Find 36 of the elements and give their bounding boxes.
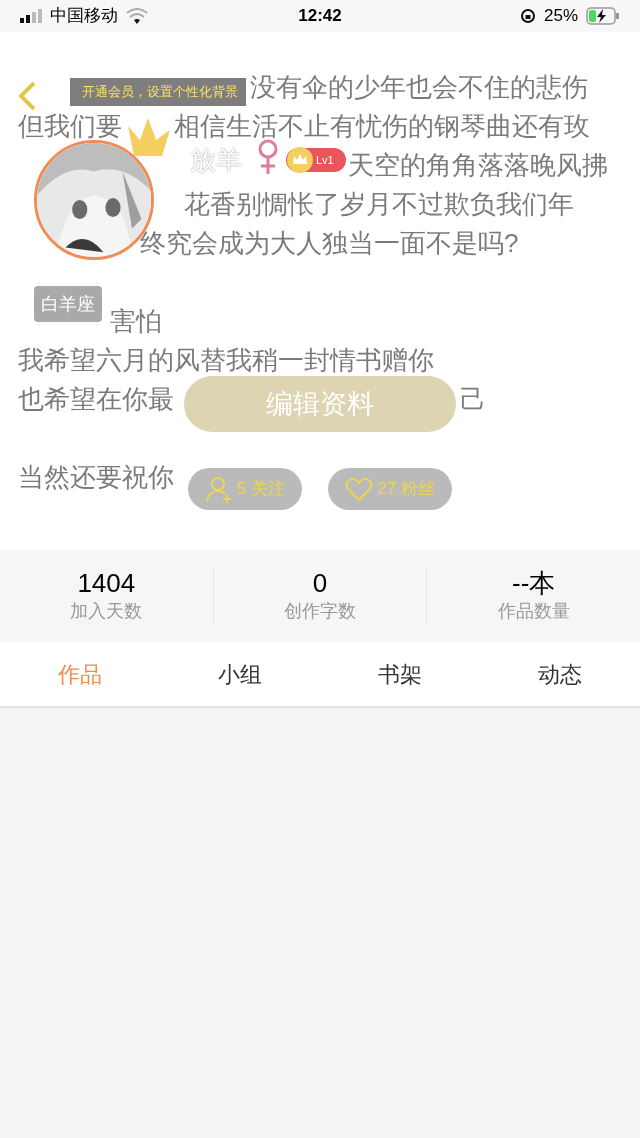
stat-label: 加入天数 — [70, 600, 143, 623]
profile-tab[interactable]: 作品 — [0, 657, 160, 691]
signal-icon — [20, 9, 42, 23]
rotation-lock-icon — [520, 8, 536, 24]
stat-value: 1404 — [77, 568, 136, 598]
signature-text: 也希望在你最 — [18, 383, 174, 416]
stat-label: 作品数量 — [497, 600, 570, 623]
female-icon — [256, 138, 280, 176]
signature-text: 相信生活不止有忧伤的钢琴曲还有玫 — [174, 110, 590, 143]
profile-tab[interactable]: 书架 — [320, 657, 480, 691]
zodiac-tag: 白羊座 — [34, 286, 102, 322]
stat-value: --本 — [512, 568, 556, 598]
back-icon — [16, 80, 38, 112]
signature-text: 己 — [460, 383, 486, 416]
battery-percent: 25% — [544, 5, 578, 28]
signature-text: 当然还要祝你 — [18, 461, 174, 494]
signature-text: 终究会成为大人独当一面不是吗? — [140, 227, 519, 260]
vip-banner[interactable]: 开通会员，设置个性化背景 — [70, 78, 246, 106]
level-text: Lv1 — [316, 152, 334, 168]
crown-icon — [286, 146, 314, 174]
battery-charging-icon — [586, 7, 620, 25]
signature-text: 天空的角角落落晚风拂 — [348, 149, 608, 182]
stat-value: 0 — [312, 568, 328, 598]
wifi-icon — [126, 8, 148, 24]
signature-text: 我希望六月的风替我稍一封情书赠你 — [18, 344, 434, 377]
profile-tab[interactable]: 小组 — [160, 657, 320, 691]
heart-icon — [345, 476, 374, 502]
signature-text: 害怕 — [110, 305, 162, 338]
clock-time: 12:42 — [298, 5, 342, 28]
person-add-icon — [204, 475, 233, 503]
stat-label: 创作字数 — [284, 600, 356, 623]
signature-text: 没有伞的少年也会不住的悲伤 — [250, 71, 588, 104]
signature-text: 但我们要 — [18, 110, 122, 143]
signature-text: 花香别惆怅了岁月不过欺负我们年 — [184, 188, 574, 221]
carrier-name: 中国移动 — [50, 5, 118, 28]
profile-tab[interactable]: 动态 — [480, 657, 640, 691]
